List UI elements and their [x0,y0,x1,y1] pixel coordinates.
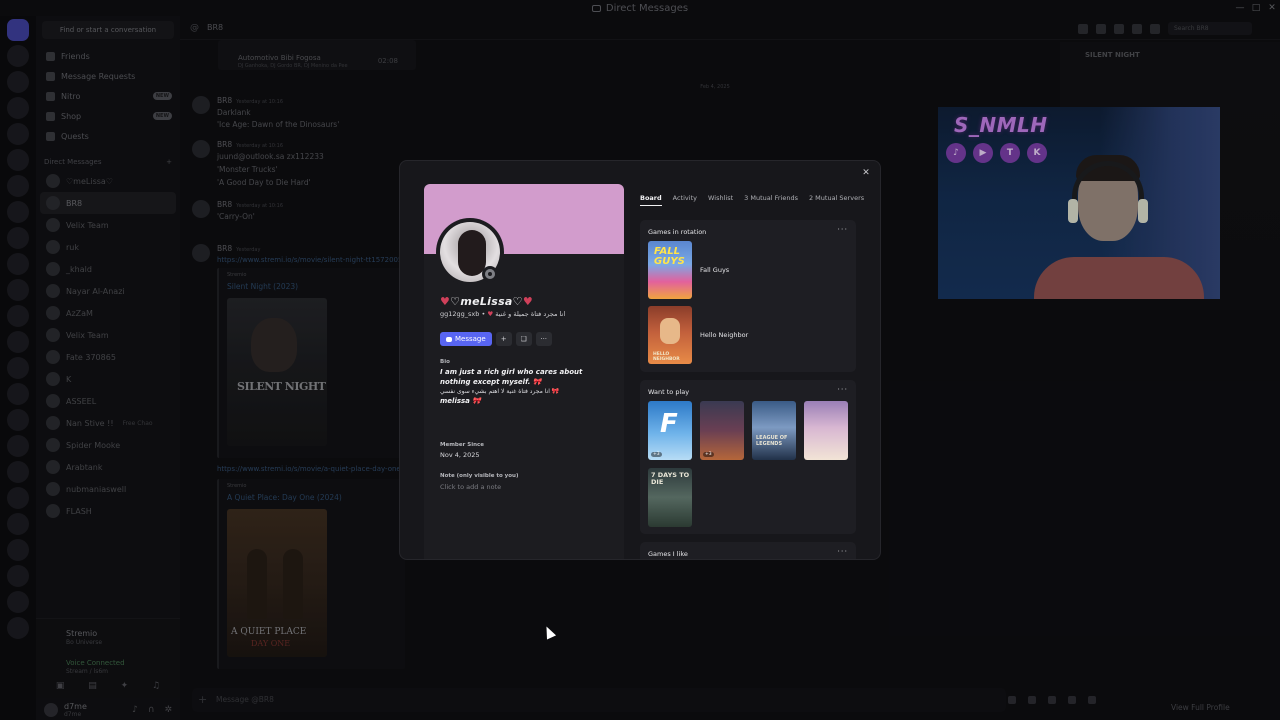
custom-status: انا مجرد فتاة جميلة و غنية [495,310,566,318]
display-name: ♥♡meLissa♡♥ [440,295,533,308]
game-item[interactable]: HELLO NEIGHBOR Hello Neighbor [648,306,748,364]
tab-activity[interactable]: Activity [673,194,697,206]
games-in-rotation-panel: Games in rotation ··· FALL GUYS Fall Guy… [640,220,856,372]
avatar-figure [458,230,486,276]
league-of-legends-tile[interactable]: LEAGUE OF LEGENDS [752,401,796,460]
game-art-text: 7 DAYS TO DIE [651,471,690,486]
username-line: gg12gg_sxb • ♥ انا مجرد فتاة جميلة و غني… [440,310,565,318]
panel-title: Games in rotation [648,228,707,236]
tab-mutual-servers[interactable]: 2 Mutual Servers [809,194,864,206]
tab-board[interactable]: Board [640,194,662,206]
gift-button[interactable]: ❏ [515,332,532,346]
more-options-button[interactable]: ··· [535,332,552,346]
bio-line: انا مجرد فتاة غنية لا اهتم بشيء سوى نفسي [440,388,550,395]
note-input[interactable]: Click to add a note [440,483,501,491]
member-since-date: Nov 4, 2025 [440,451,480,459]
players-count: +3 [651,452,662,457]
game-name: Hello Neighbor [700,331,749,339]
hello-neighbor-art: HELLO NEIGHBOR [648,306,692,364]
profile-tabs: Board Activity Wishlist 3 Mutual Friends… [640,194,864,206]
tab-wishlist[interactable]: Wishlist [708,194,733,206]
game-item[interactable]: FALL GUYS Fall Guys [648,241,729,299]
display-name-text: ♡meLissa♡ [450,295,523,308]
bio-line: I am just a rich girl who cares about no… [440,368,583,386]
more-icon[interactable]: ··· [837,547,848,556]
heart-icon: ♥ [440,295,451,308]
message-button[interactable]: Message [440,332,492,346]
genshin-tile[interactable] [804,401,848,460]
note-label: Note (only visible to you) [440,473,519,479]
separator-dot: • [481,310,486,318]
bio-text: I am just a rich girl who cares about no… [440,368,610,406]
member-since-label: Member Since [440,442,484,448]
game-name: Fall Guys [700,266,730,274]
close-icon[interactable]: ✕ [860,167,872,179]
username[interactable]: gg12gg_sxb [440,310,479,318]
profile-actions: Message + ❏ ··· [440,332,552,346]
profile-card: ♥♡meLissa♡♥ gg12gg_sxb • ♥ انا مجرد فتاة… [424,184,624,559]
more-icon[interactable]: ··· [837,385,848,394]
bow-icon: 🎀 [532,377,542,386]
status-offline-icon [482,266,498,282]
bow-icon: 🎀 [472,396,482,405]
more-icon[interactable]: ··· [837,225,848,234]
tab-mutual-friends[interactable]: 3 Mutual Friends [744,194,798,206]
add-friend-button[interactable]: + [495,332,512,346]
profile-modal: ✕ ♥♡meLissa♡♥ gg12gg_sxb • ♥ انا مجرد فت… [399,160,881,560]
game-art-text: FALL GUYS [654,246,685,267]
fortnite-tile[interactable]: F +3 [648,401,692,460]
want-to-play-grid: F +3 +3 LEAGUE OF LEGENDS 7 DAYS TO DIE [648,401,848,527]
heart-icon: ♥ [522,295,533,308]
seven-days-to-die-tile[interactable]: 7 DAYS TO DIE [648,468,692,527]
game-art-text: HELLO NEIGHBOR [653,352,680,362]
game-art-text: F [660,409,678,439]
game-art-figure [660,318,680,344]
bio-label: Bio [440,359,450,365]
games-i-like-panel: Games I like ··· [640,542,856,559]
heart-icon: ♥ [487,310,494,318]
fall-guys-art: FALL GUYS [648,241,692,299]
dota-tile[interactable]: +3 [700,401,744,460]
game-art-text: LEAGUE OF LEGENDS [756,435,788,447]
chat-bubble-icon [446,336,452,342]
panel-title: Want to play [648,388,690,396]
want-to-play-panel: Want to play ··· F +3 +3 LEAGUE OF LEGEND… [640,380,856,534]
panel-title: Games I like [648,550,688,558]
bio-line: melissa [440,396,470,405]
players-count: +3 [703,452,714,457]
message-button-label: Message [455,335,486,343]
bow-icon: 🎀 [551,388,560,395]
